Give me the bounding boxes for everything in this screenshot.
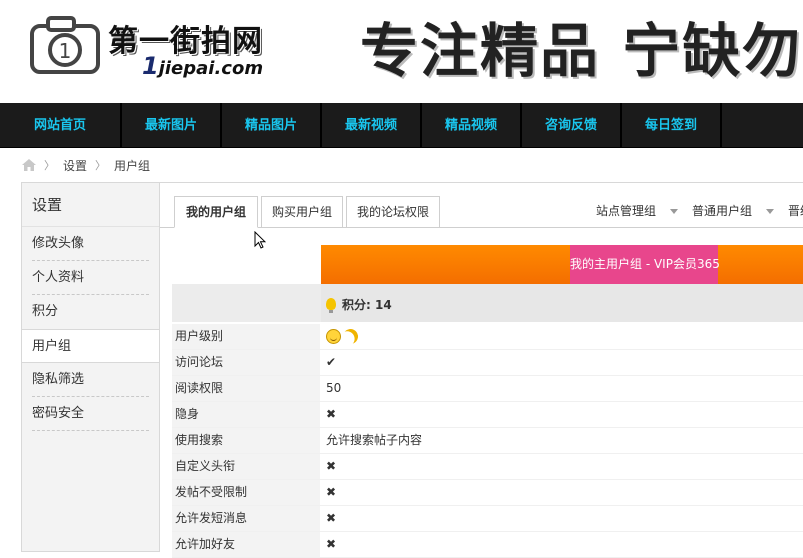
logo-url-number: 1 — [142, 52, 159, 80]
cross-icon: ✖ — [326, 485, 337, 499]
home-icon[interactable] — [22, 159, 36, 171]
breadcrumb-separator: 〉 — [95, 159, 107, 172]
permission-label: 允许发短消息 — [172, 506, 320, 531]
nav-item-feedback[interactable]: 咨询反馈 — [522, 103, 622, 147]
sidebar-item-label: 密码安全 — [32, 406, 85, 421]
breadcrumb-separator: 〉 — [44, 159, 55, 172]
nav-item-latest-videos[interactable]: 最新视频 — [322, 103, 422, 147]
cross-icon: ✖ — [326, 459, 337, 473]
nav-item-latest-images[interactable]: 最新图片 — [122, 103, 222, 147]
menu-label: 普通用户组 — [692, 204, 753, 218]
tab-my-usergroup[interactable]: 我的用户组 — [174, 196, 258, 228]
permission-value: 50 — [326, 381, 342, 395]
permission-label: 阅读权限 — [172, 376, 320, 401]
sidebar-item-label: 隐私筛选 — [32, 372, 85, 387]
menu-label: 晋级 — [788, 204, 803, 218]
sidebar-item-label: 个人资料 — [32, 270, 85, 285]
sidebar-item-label: 修改头像 — [32, 236, 85, 251]
main-nav: 网站首页 最新图片 精品图片 最新视频 精品视频 咨询反馈 每日签到 — [0, 103, 803, 148]
score-label: 积分: 14 — [326, 296, 392, 313]
sidebar-item-profile[interactable]: 个人资料 — [22, 261, 159, 295]
menu-label: 站点管理组 — [596, 204, 657, 218]
menu-site-admin-group[interactable]: 站点管理组 — [596, 196, 679, 226]
settings-sidebar: 设置 修改头像 个人资料 积分 用户组 隐私筛选 密码安全 — [21, 182, 160, 552]
logo-url-text: jiepai.com — [158, 58, 264, 79]
permission-label: 用户级别 — [172, 324, 320, 349]
slogan-banner: 专注精品 宁缺勿 — [360, 17, 803, 85]
breadcrumb: 〉 设置 〉 用户组 — [22, 157, 150, 173]
site-header: 1 第一街拍网 1jiepai.com 专注精品 宁缺勿 — [0, 0, 803, 103]
nav-item-featured-images[interactable]: 精品图片 — [222, 103, 322, 147]
smiley-icon — [326, 329, 341, 344]
menu-promotion-group[interactable]: 晋级 — [788, 196, 803, 226]
score-row — [172, 284, 803, 322]
mouse-cursor-icon — [254, 231, 266, 249]
lightbulb-icon — [326, 298, 336, 313]
permission-label: 自定义头衔 — [172, 454, 320, 479]
nav-item-featured-videos[interactable]: 精品视频 — [422, 103, 522, 147]
sidebar-title: 设置 — [22, 183, 159, 227]
sidebar-item-label: 用户组 — [32, 339, 72, 354]
permission-label: 发帖不受限制 — [172, 480, 320, 505]
permission-row: 发帖不受限制 ✖ — [172, 480, 803, 506]
sidebar-item-credits[interactable]: 积分 — [22, 295, 159, 329]
breadcrumb-item-settings[interactable]: 设置 — [63, 157, 87, 174]
camera-logo-icon: 1 — [30, 16, 100, 74]
user-level-value — [326, 324, 358, 349]
cross-icon: ✖ — [326, 537, 337, 551]
moon-icon — [341, 327, 360, 346]
permission-label: 隐身 — [172, 402, 320, 427]
permission-label: 使用搜索 — [172, 428, 320, 453]
permission-row: 用户级别 — [172, 324, 803, 350]
svg-text:1: 1 — [59, 39, 72, 63]
cross-icon: ✖ — [326, 407, 337, 421]
permission-row: 隐身 ✖ — [172, 402, 803, 428]
permission-label: 访问论坛 — [172, 350, 320, 375]
sidebar-item-label: 积分 — [32, 304, 59, 319]
permission-row: 使用搜索 允许搜索帖子内容 — [172, 428, 803, 454]
nav-item-daily-checkin[interactable]: 每日签到 — [622, 103, 722, 147]
logo-url: 1jiepai.com — [142, 52, 263, 80]
usergroup-progress-bar — [321, 245, 803, 284]
permission-row: 自定义头衔 ✖ — [172, 454, 803, 480]
sidebar-item-password[interactable]: 密码安全 — [22, 397, 159, 431]
permission-row: 阅读权限 50 — [172, 376, 803, 402]
caret-down-icon — [766, 209, 775, 214]
sidebar-item-privacy[interactable]: 隐私筛选 — [22, 363, 159, 397]
cross-icon: ✖ — [326, 511, 337, 525]
permission-value: 允许搜索帖子内容 — [326, 433, 423, 447]
nav-item-home[interactable]: 网站首页 — [0, 103, 122, 147]
score-value: 积分: 14 — [342, 298, 392, 312]
check-icon: ✔ — [326, 355, 337, 369]
sidebar-item-avatar[interactable]: 修改头像 — [22, 227, 159, 261]
tab-buy-usergroup[interactable]: 购买用户组 — [261, 196, 343, 228]
tab-forum-permissions[interactable]: 我的论坛权限 — [346, 196, 440, 228]
menu-regular-group[interactable]: 普通用户组 — [692, 196, 775, 226]
permission-row: 允许加好友 ✖ — [172, 532, 803, 558]
caret-down-icon — [670, 209, 679, 214]
permission-label: 允许加好友 — [172, 532, 320, 557]
breadcrumb-item-usergroup[interactable]: 用户组 — [114, 157, 150, 174]
site-logo[interactable]: 1 第一街拍网 1jiepai.com — [26, 12, 286, 82]
main-usergroup-badge: 我的主用户组 - VIP会员365 — [570, 245, 720, 284]
permission-row: 访问论坛 ✔ — [172, 350, 803, 376]
permission-row: 允许发短消息 ✖ — [172, 506, 803, 532]
sidebar-item-usergroup[interactable]: 用户组 — [22, 329, 160, 363]
